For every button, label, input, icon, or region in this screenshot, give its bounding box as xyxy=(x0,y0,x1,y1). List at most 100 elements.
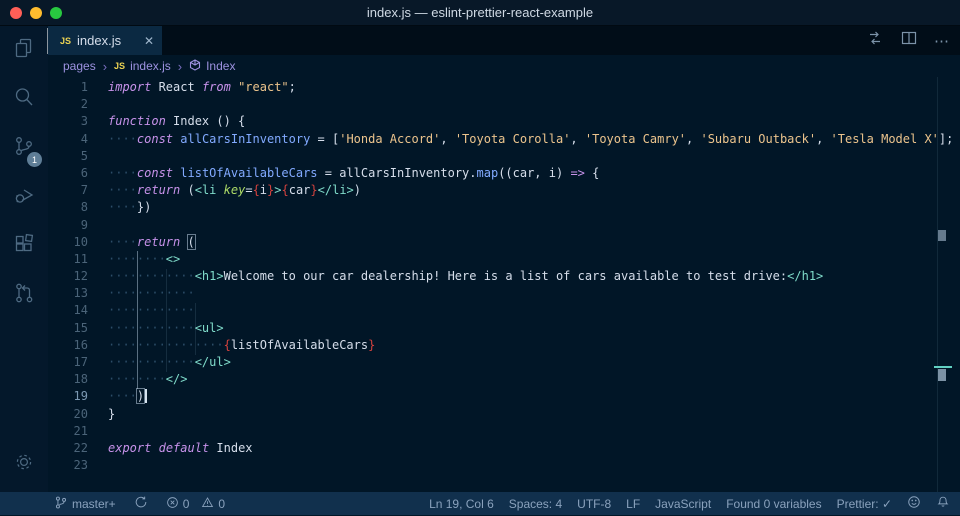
sidebar-item-run-and-debug[interactable] xyxy=(0,173,48,222)
line-number[interactable]: 13 xyxy=(48,285,88,302)
code-line[interactable]: 10····return ( xyxy=(48,234,960,251)
sidebar-item-explorer[interactable] xyxy=(0,26,48,75)
code-token: ) xyxy=(137,389,144,403)
git-branch-status[interactable]: master+ xyxy=(54,495,116,513)
symbol-namespace-icon xyxy=(189,59,201,74)
code-line[interactable]: 3function Index () { xyxy=(48,113,960,130)
github-pull-request-icon xyxy=(12,281,36,310)
sidebar-item-source-control[interactable]: 1 xyxy=(0,124,48,173)
status-item[interactable]: Found 0 variables xyxy=(726,497,821,511)
code-line[interactable]: 18········</> xyxy=(48,371,960,388)
line-number[interactable]: 1 xyxy=(48,79,88,96)
open-changes-icon[interactable] xyxy=(866,29,884,52)
code-line[interactable]: 23 xyxy=(48,457,960,474)
line-number[interactable]: 16 xyxy=(48,337,88,354)
breadcrumb-item-symbol[interactable]: Index xyxy=(189,59,235,74)
line-number[interactable]: 5 xyxy=(48,148,88,165)
close-window-button[interactable] xyxy=(10,7,22,19)
breadcrumb: pages › JS index.js › Index xyxy=(48,55,960,77)
errors-count: 0 xyxy=(183,497,190,511)
feedback-icon[interactable] xyxy=(907,495,921,512)
line-number[interactable]: 8 xyxy=(48,199,88,216)
code-editor[interactable]: 1import React from "react";23function In… xyxy=(48,77,960,492)
code-token: key xyxy=(224,183,246,197)
sync-icon[interactable] xyxy=(134,495,148,512)
code-line[interactable]: 15············<ul> xyxy=(48,320,960,337)
code-token xyxy=(231,80,238,94)
extensions-icon xyxy=(12,232,36,261)
status-item[interactable]: Prettier: ✓ xyxy=(837,497,892,511)
line-number[interactable]: 23 xyxy=(48,457,88,474)
code-text: ············ xyxy=(88,302,195,319)
sidebar-item-search[interactable] xyxy=(0,75,48,124)
line-number[interactable]: 18 xyxy=(48,371,88,388)
breadcrumb-item-pages[interactable]: pages xyxy=(63,59,96,73)
line-number[interactable]: 7 xyxy=(48,182,88,199)
code-line[interactable]: 22export default Index xyxy=(48,440,960,457)
status-item[interactable]: LF xyxy=(626,497,640,511)
status-item[interactable]: Ln 19, Col 6 xyxy=(429,497,494,511)
sidebar-item-extensions[interactable] xyxy=(0,222,48,271)
title-bar: index.js — eslint-prettier-react-example xyxy=(0,0,960,26)
code-line[interactable]: 19····) xyxy=(48,388,960,405)
activity-bar: 1 xyxy=(0,26,48,492)
more-actions-icon[interactable]: ⋯ xyxy=(934,32,950,50)
status-item[interactable]: UTF-8 xyxy=(577,497,611,511)
status-item[interactable]: JavaScript xyxy=(655,497,711,511)
code-line[interactable]: 16················{listOfAvailableCars} xyxy=(48,337,960,354)
line-number[interactable]: 3 xyxy=(48,113,88,130)
minimize-window-button[interactable] xyxy=(30,7,42,19)
code-line[interactable]: 1import React from "react"; xyxy=(48,79,960,96)
code-line[interactable]: 12············<h1>Welcome to our car dea… xyxy=(48,268,960,285)
line-number[interactable]: 9 xyxy=(48,217,88,234)
code-line[interactable]: 17············</ul> xyxy=(48,354,960,371)
line-number[interactable]: 20 xyxy=(48,406,88,423)
code-line[interactable]: 5 xyxy=(48,148,960,165)
code-token: ((car, i) xyxy=(498,166,570,180)
code-token: export xyxy=(108,441,151,455)
close-tab-icon[interactable]: ✕ xyxy=(144,34,154,48)
line-number[interactable]: 19 xyxy=(48,388,88,405)
run-and-debug-icon xyxy=(12,183,36,212)
code-token: } xyxy=(368,338,375,352)
line-number[interactable]: 22 xyxy=(48,440,88,457)
line-number[interactable]: 10 xyxy=(48,234,88,251)
code-line[interactable]: 14············ xyxy=(48,302,960,319)
code-line[interactable]: 4····const allCarsInInventory = ['Honda … xyxy=(48,131,960,148)
line-number[interactable]: 4 xyxy=(48,131,88,148)
breadcrumb-item-file[interactable]: JS index.js xyxy=(114,59,171,73)
sidebar-item-github-pull-requests[interactable] xyxy=(0,271,48,320)
code-text: ············</ul> xyxy=(88,354,231,371)
code-text: import React from "react"; xyxy=(88,79,296,96)
code-line[interactable]: 7····return (<li key={i}>{car}</li>) xyxy=(48,182,960,199)
line-number[interactable]: 12 xyxy=(48,268,88,285)
status-item[interactable]: Spaces: 4 xyxy=(509,497,562,511)
code-line[interactable]: 13············ xyxy=(48,285,960,302)
line-number[interactable]: 2 xyxy=(48,96,88,113)
code-line[interactable]: 11········<> xyxy=(48,251,960,268)
notifications-bell-icon[interactable] xyxy=(936,495,950,512)
code-text: ····) xyxy=(88,388,147,405)
zoom-window-button[interactable] xyxy=(50,7,62,19)
problems-status[interactable]: 0 0 xyxy=(166,496,225,512)
split-editor-icon[interactable] xyxy=(900,29,918,52)
line-number[interactable]: 17 xyxy=(48,354,88,371)
overview-ruler-border xyxy=(937,77,938,492)
line-number[interactable]: 6 xyxy=(48,165,88,182)
code-line[interactable]: 9 xyxy=(48,217,960,234)
manage-button[interactable] xyxy=(0,442,48,486)
breadcrumb-separator: › xyxy=(178,59,182,74)
code-line[interactable]: 2 xyxy=(48,96,960,113)
code-line[interactable]: 20} xyxy=(48,406,960,423)
line-number[interactable]: 11 xyxy=(48,251,88,268)
tab-index-js[interactable]: JS index.js ✕ xyxy=(48,26,162,55)
code-token: ( xyxy=(180,183,194,197)
line-number[interactable]: 14 xyxy=(48,302,88,319)
code-token xyxy=(216,183,223,197)
code-line[interactable]: 6····const listOfAvailableCars = allCars… xyxy=(48,165,960,182)
code-line[interactable]: 21 xyxy=(48,423,960,440)
code-token: </> xyxy=(166,372,188,386)
line-number[interactable]: 15 xyxy=(48,320,88,337)
code-line[interactable]: 8····}) xyxy=(48,199,960,216)
line-number[interactable]: 21 xyxy=(48,423,88,440)
